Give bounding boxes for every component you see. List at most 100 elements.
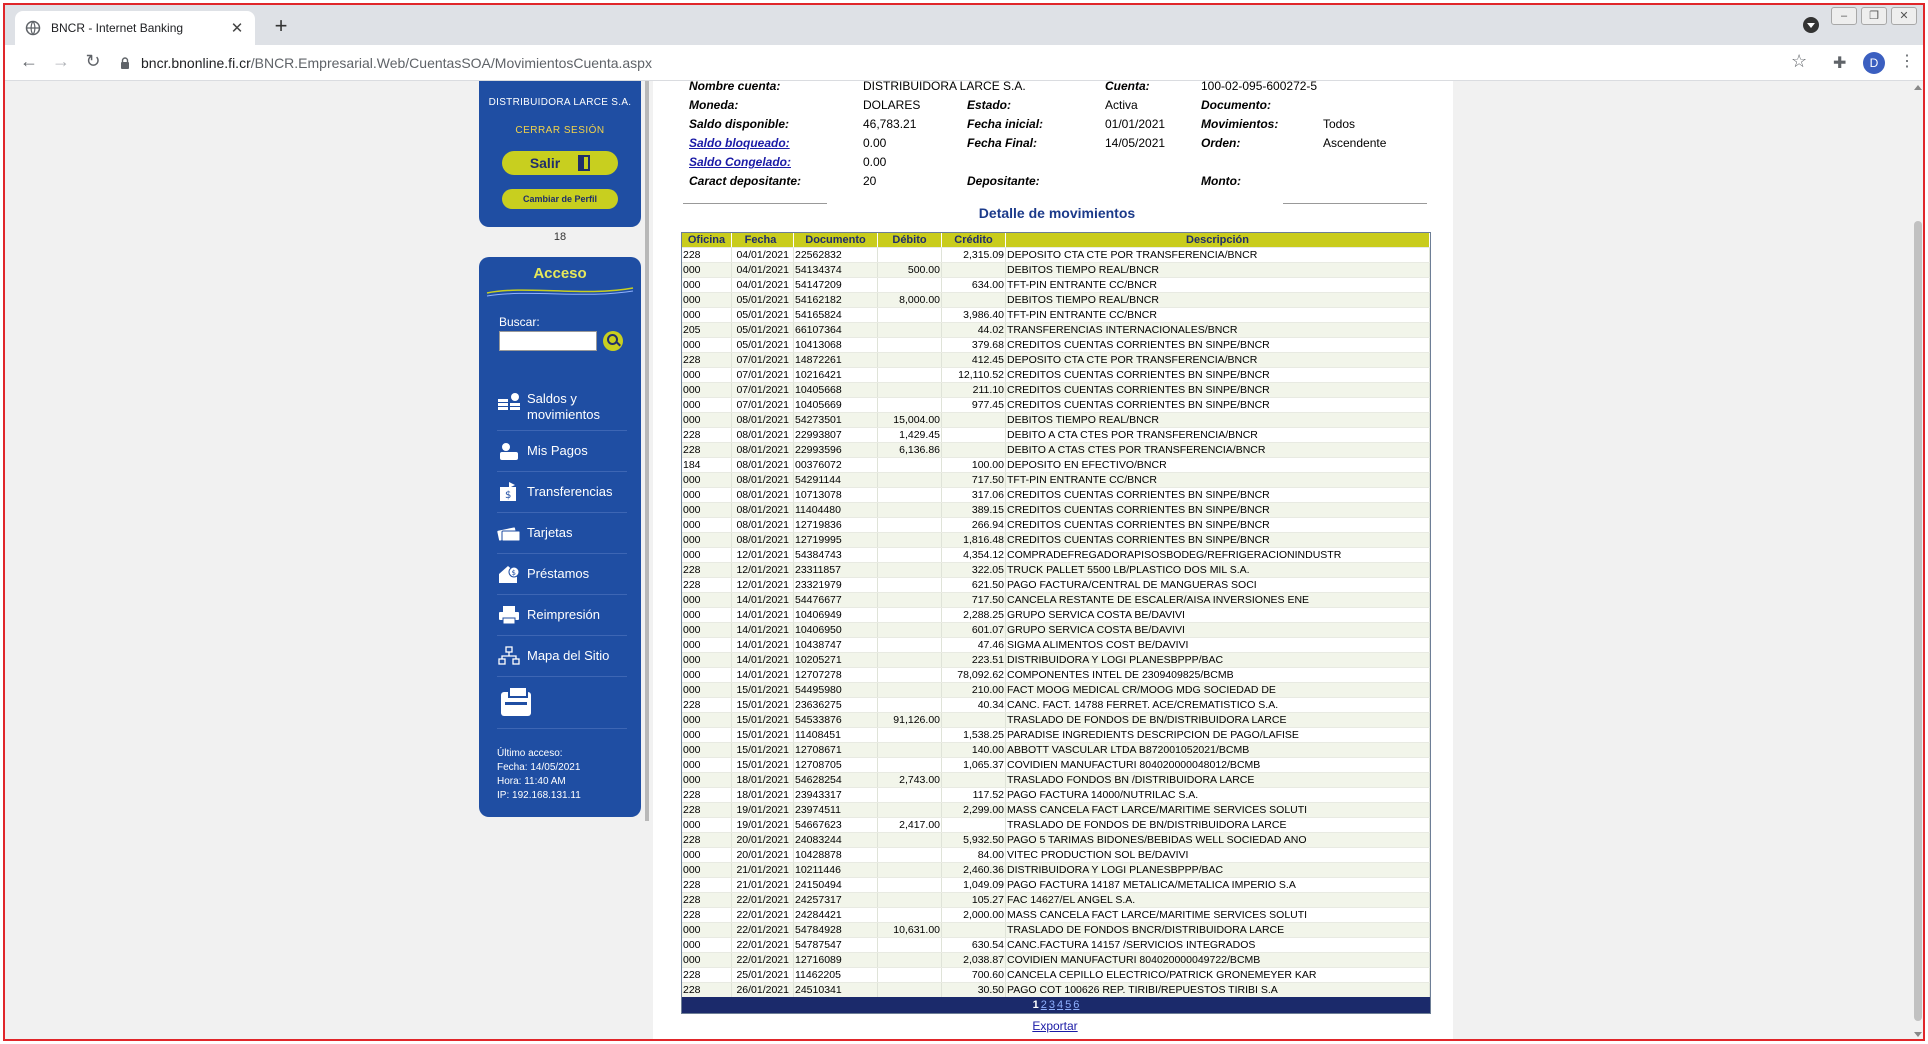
cuenta-label: Cuenta: xyxy=(1105,81,1150,93)
cell-descripcion: CANC. FACT. 14788 FERRET. ACE/CREMATISTI… xyxy=(1006,698,1430,712)
cell-credito: 630.54 xyxy=(942,938,1006,952)
orden-label: Orden: xyxy=(1201,136,1241,150)
cell-debito xyxy=(878,368,942,382)
cell-oficina: 000 xyxy=(682,533,732,547)
cell-oficina: 000 xyxy=(682,368,732,382)
menu-item-mis-pagos[interactable]: Mis Pagos xyxy=(497,431,627,472)
close-window-button[interactable]: ✕ xyxy=(1891,7,1917,25)
cell-documento: 12708705 xyxy=(794,758,878,772)
profile-avatar[interactable]: D xyxy=(1863,52,1885,74)
cell-oficina: 000 xyxy=(682,488,732,502)
menu-item-saldos[interactable]: Saldos y movimientos xyxy=(497,385,627,431)
cell-documento: 10216421 xyxy=(794,368,878,382)
cell-credito xyxy=(942,773,1006,787)
menu-item-reimpresion[interactable]: Reimpresión xyxy=(497,595,627,636)
cell-debito xyxy=(878,848,942,862)
page-link-3[interactable]: 3 xyxy=(1049,999,1055,1011)
page-link-2[interactable]: 2 xyxy=(1041,999,1047,1011)
scroll-down-icon[interactable] xyxy=(1914,1032,1922,1037)
menu-item-transferencias[interactable]: $ Transferencias xyxy=(497,472,627,513)
cell-credito: 2,460.36 xyxy=(942,863,1006,877)
cell-oficina: 000 xyxy=(682,413,732,427)
extensions-icon[interactable]: ✚ xyxy=(1833,53,1846,73)
menu-item-mapa[interactable]: Mapa del Sitio xyxy=(497,636,627,677)
table-row: 228 07/01/2021 14872261 412.45 DEPOSITO CTA … xyxy=(682,352,1430,367)
cell-debito xyxy=(878,653,942,667)
cell-oficina: 228 xyxy=(682,983,732,997)
cell-documento: 54384743 xyxy=(794,548,878,562)
menu-label-transferencias: Transferencias xyxy=(527,484,613,499)
bookmark-star-icon[interactable]: ☆ xyxy=(1791,51,1807,72)
cell-descripcion: DEBITOS TIEMPO REAL/BNCR xyxy=(1006,413,1430,427)
back-arrow-icon[interactable]: ← xyxy=(17,51,41,72)
new-tab-button[interactable]: + xyxy=(267,13,295,39)
cell-fecha: 21/01/2021 xyxy=(732,863,794,877)
table-row: 000 22/01/2021 12716089 2,038.87 COVIDIEN MA… xyxy=(682,952,1430,967)
cell-oficina: 000 xyxy=(682,278,732,292)
scroll-up-icon[interactable] xyxy=(1914,85,1922,90)
cell-debito xyxy=(878,878,942,892)
forward-arrow-icon[interactable]: → xyxy=(49,51,73,72)
minimize-button[interactable]: – xyxy=(1831,7,1857,25)
cell-descripcion: DEBITO A CTA CTES POR TRANSFERENCIA/BNCR xyxy=(1006,428,1430,442)
table-row: 000 14/01/2021 10406950 601.07 GRUPO SERVICA… xyxy=(682,622,1430,637)
scroll-thumb[interactable] xyxy=(1914,221,1922,1021)
table-row: 228 20/01/2021 24083244 5,932.50 PAGO 5 TARI… xyxy=(682,832,1430,847)
page-link-4[interactable]: 4 xyxy=(1057,999,1063,1011)
export-link[interactable]: Exportar xyxy=(1015,1019,1095,1033)
address-bar[interactable]: bncr.bnonline.fi.cr/BNCR.Empresarial.Web… xyxy=(109,49,1809,77)
cell-oficina: 000 xyxy=(682,773,732,787)
cell-documento: 24284421 xyxy=(794,908,878,922)
last-access-info: Último acceso: Fecha: 14/05/2021 Hora: 1… xyxy=(497,747,581,803)
page-link-1[interactable]: 1 xyxy=(1033,999,1039,1011)
moneda-label: Moneda: xyxy=(689,98,739,112)
cell-documento: 10205271 xyxy=(794,653,878,667)
cell-credito: 223.51 xyxy=(942,653,1006,667)
page-link-5[interactable]: 5 xyxy=(1065,999,1071,1011)
cell-debito xyxy=(878,893,942,907)
loan-icon: $ xyxy=(499,566,520,583)
cell-fecha: 21/01/2021 xyxy=(732,878,794,892)
last-access-date: Fecha: 14/05/2021 xyxy=(497,762,581,773)
cell-credito: 5,932.50 xyxy=(942,833,1006,847)
cell-oficina: 228 xyxy=(682,803,732,817)
cell-documento: 12716089 xyxy=(794,953,878,967)
search-icon[interactable] xyxy=(603,331,623,351)
swoosh-decoration xyxy=(486,287,634,297)
cell-oficina: 228 xyxy=(682,968,732,982)
exit-button[interactable]: Salir xyxy=(502,151,618,175)
vertical-scrollbar[interactable] xyxy=(1911,81,1923,1039)
cell-fecha: 12/01/2021 xyxy=(732,563,794,577)
close-tab-icon[interactable]: ✕ xyxy=(229,19,245,37)
tab-search-icon[interactable] xyxy=(1803,17,1819,33)
cell-fecha: 14/01/2021 xyxy=(732,668,794,682)
cell-fecha: 08/01/2021 xyxy=(732,503,794,517)
cell-descripcion: GRUPO SERVICA COSTA BE/DAVIVI xyxy=(1006,608,1430,622)
cell-fecha: 14/01/2021 xyxy=(732,638,794,652)
saldo-bloqueado-value: 0.00 xyxy=(863,136,887,150)
browser-tab[interactable]: BNCR - Internet Banking ✕ xyxy=(15,11,255,45)
saldo-bloqueado-link[interactable]: Saldo bloqueado: xyxy=(689,136,790,150)
cell-fecha: 15/01/2021 xyxy=(732,743,794,757)
search-input[interactable] xyxy=(499,331,597,351)
table-row: 000 15/01/2021 12708671 140.00 ABBOTT VASCUL… xyxy=(682,742,1430,757)
svg-text:$: $ xyxy=(512,569,516,577)
menu-label-mis-pagos: Mis Pagos xyxy=(527,443,588,458)
cell-documento: 24257317 xyxy=(794,893,878,907)
table-row: 000 08/01/2021 54291144 717.50 TFT-PIN ENTRA… xyxy=(682,472,1430,487)
cell-descripcion: CREDITOS CUENTAS CORRIENTES BN SINPE/BNC… xyxy=(1006,338,1430,352)
print-page-icon[interactable] xyxy=(501,685,531,716)
saldo-congelado-link[interactable]: Saldo Congelado: xyxy=(689,155,791,169)
reload-icon[interactable]: ↻ xyxy=(81,51,105,72)
cell-fecha: 04/01/2021 xyxy=(732,263,794,277)
menu-item-prestamos[interactable]: $ Préstamos xyxy=(497,554,627,595)
menu-item-tarjetas[interactable]: Tarjetas xyxy=(497,513,627,554)
logout-link[interactable]: CERRAR SESIÓN xyxy=(479,125,641,136)
table-row: 000 22/01/2021 54784928 10,631.00 TRASLADO D… xyxy=(682,922,1430,937)
page-viewport: DISTRIBUIDORA LARCE S.A. CERRAR SESIÓN S… xyxy=(5,81,1911,1039)
maximize-button[interactable]: ❐ xyxy=(1861,7,1887,25)
browser-menu-icon[interactable]: ⋮ xyxy=(1899,51,1915,71)
change-profile-button[interactable]: Cambiar de Perfil xyxy=(502,189,618,209)
cell-debito xyxy=(878,278,942,292)
page-link-6[interactable]: 6 xyxy=(1073,999,1079,1011)
